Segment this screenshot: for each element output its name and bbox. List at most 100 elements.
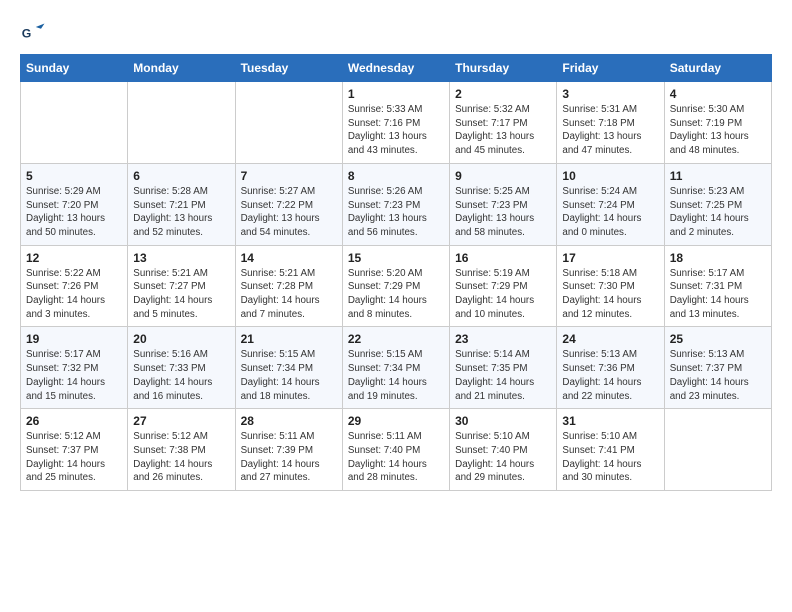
day-number: 11 [670, 169, 766, 183]
day-number: 1 [348, 87, 444, 101]
day-number: 14 [241, 251, 337, 265]
day-of-week-header: Friday [557, 55, 664, 82]
day-info: Sunrise: 5:12 AMSunset: 7:37 PMDaylight:… [26, 430, 122, 485]
day-number: 21 [241, 332, 337, 346]
day-info: Sunrise: 5:25 AMSunset: 7:23 PMDaylight:… [455, 185, 551, 240]
calendar-body: 1 Sunrise: 5:33 AMSunset: 7:16 PMDaylight… [21, 82, 772, 491]
calendar-cell: 31 Sunrise: 5:10 AMSunset: 7:41 PMDayligh… [557, 409, 664, 491]
day-number: 5 [26, 169, 122, 183]
calendar-cell: 6 Sunrise: 5:28 AMSunset: 7:21 PMDaylight… [128, 163, 235, 245]
day-number: 8 [348, 169, 444, 183]
calendar-cell: 12Sunrise: 5:22 AMSunset: 7:26 PMDayligh… [21, 245, 128, 327]
calendar-header-row: SundayMondayTuesdayWednesdayThursdayFrid… [21, 55, 772, 82]
day-info: Sunrise: 5:15 AMSunset: 7:34 PMDaylight:… [241, 348, 337, 403]
day-info: Sunrise: 5:26 AMSunset: 7:23 PMDaylight:… [348, 185, 444, 240]
calendar-cell: 13 Sunrise: 5:21 AMSunset: 7:27 PMDayligh… [128, 245, 235, 327]
day-of-week-header: Saturday [664, 55, 771, 82]
day-number: 27 [133, 414, 229, 428]
day-number: 3 [562, 87, 658, 101]
calendar-cell: 22 Sunrise: 5:15 AMSunset: 7:34 PMDayligh… [342, 327, 449, 409]
header: G [20, 20, 772, 48]
calendar-cell: 21 Sunrise: 5:15 AMSunset: 7:34 PMDayligh… [235, 327, 342, 409]
day-info: Sunrise: 5:17 AMSunset: 7:31 PMDaylight:… [670, 267, 766, 322]
day-info: Sunrise: 5:13 AMSunset: 7:37 PMDaylight:… [670, 348, 766, 403]
day-info: Sunrise: 5:21 AMSunset: 7:28 PMDaylight:… [241, 267, 337, 322]
day-of-week-header: Monday [128, 55, 235, 82]
calendar-cell [235, 82, 342, 164]
calendar-week-row: 26 Sunrise: 5:12 AMSunset: 7:37 PMDayligh… [21, 409, 772, 491]
day-info: Sunrise: 5:17 AMSunset: 7:32 PMDaylight:… [26, 348, 122, 403]
calendar-cell: 25Sunrise: 5:13 AMSunset: 7:37 PMDayligh… [664, 327, 771, 409]
day-info: Sunrise: 5:28 AMSunset: 7:21 PMDaylight:… [133, 185, 229, 240]
day-number: 29 [348, 414, 444, 428]
day-number: 22 [348, 332, 444, 346]
day-info: Sunrise: 5:10 AMSunset: 7:41 PMDaylight:… [562, 430, 658, 485]
calendar-cell: 8 Sunrise: 5:26 AMSunset: 7:23 PMDaylight… [342, 163, 449, 245]
calendar-cell: 5 Sunrise: 5:29 AMSunset: 7:20 PMDaylight… [21, 163, 128, 245]
day-info: Sunrise: 5:19 AMSunset: 7:29 PMDaylight:… [455, 267, 551, 322]
calendar-cell: 24Sunrise: 5:13 AMSunset: 7:36 PMDayligh… [557, 327, 664, 409]
day-info: Sunrise: 5:14 AMSunset: 7:35 PMDaylight:… [455, 348, 551, 403]
day-info: Sunrise: 5:24 AMSunset: 7:24 PMDaylight:… [562, 185, 658, 240]
day-number: 24 [562, 332, 658, 346]
day-number: 16 [455, 251, 551, 265]
day-info: Sunrise: 5:30 AMSunset: 7:19 PMDaylight:… [670, 103, 766, 158]
calendar-cell: 16 Sunrise: 5:19 AMSunset: 7:29 PMDayligh… [450, 245, 557, 327]
calendar-cell: 2 Sunrise: 5:32 AMSunset: 7:17 PMDaylight… [450, 82, 557, 164]
calendar-week-row: 1 Sunrise: 5:33 AMSunset: 7:16 PMDaylight… [21, 82, 772, 164]
day-number: 26 [26, 414, 122, 428]
calendar-cell: 28Sunrise: 5:11 AMSunset: 7:39 PMDayligh… [235, 409, 342, 491]
day-info: Sunrise: 5:32 AMSunset: 7:17 PMDaylight:… [455, 103, 551, 158]
calendar-cell: 7 Sunrise: 5:27 AMSunset: 7:22 PMDaylight… [235, 163, 342, 245]
calendar-week-row: 5 Sunrise: 5:29 AMSunset: 7:20 PMDaylight… [21, 163, 772, 245]
day-info: Sunrise: 5:31 AMSunset: 7:18 PMDaylight:… [562, 103, 658, 158]
calendar-cell: 27Sunrise: 5:12 AMSunset: 7:38 PMDayligh… [128, 409, 235, 491]
day-number: 7 [241, 169, 337, 183]
day-info: Sunrise: 5:18 AMSunset: 7:30 PMDaylight:… [562, 267, 658, 322]
calendar-table: SundayMondayTuesdayWednesdayThursdayFrid… [20, 54, 772, 491]
day-info: Sunrise: 5:27 AMSunset: 7:22 PMDaylight:… [241, 185, 337, 240]
logo: G [20, 20, 52, 48]
calendar-cell [21, 82, 128, 164]
day-info: Sunrise: 5:33 AMSunset: 7:16 PMDaylight:… [348, 103, 444, 158]
day-info: Sunrise: 5:11 AMSunset: 7:39 PMDaylight:… [241, 430, 337, 485]
calendar-cell: 18 Sunrise: 5:17 AMSunset: 7:31 PMDayligh… [664, 245, 771, 327]
day-number: 10 [562, 169, 658, 183]
day-info: Sunrise: 5:16 AMSunset: 7:33 PMDaylight:… [133, 348, 229, 403]
day-of-week-header: Wednesday [342, 55, 449, 82]
calendar-cell: 17 Sunrise: 5:18 AMSunset: 7:30 PMDayligh… [557, 245, 664, 327]
day-number: 2 [455, 87, 551, 101]
day-number: 30 [455, 414, 551, 428]
day-number: 23 [455, 332, 551, 346]
day-number: 31 [562, 414, 658, 428]
day-info: Sunrise: 5:15 AMSunset: 7:34 PMDaylight:… [348, 348, 444, 403]
day-number: 18 [670, 251, 766, 265]
calendar-cell: 4 Sunrise: 5:30 AMSunset: 7:19 PMDaylight… [664, 82, 771, 164]
day-info: Sunrise: 5:20 AMSunset: 7:29 PMDaylight:… [348, 267, 444, 322]
calendar-cell: 26 Sunrise: 5:12 AMSunset: 7:37 PMDayligh… [21, 409, 128, 491]
day-info: Sunrise: 5:29 AMSunset: 7:20 PMDaylight:… [26, 185, 122, 240]
calendar-cell: 11Sunrise: 5:23 AMSunset: 7:25 PMDayligh… [664, 163, 771, 245]
day-number: 15 [348, 251, 444, 265]
day-number: 19 [26, 332, 122, 346]
day-number: 4 [670, 87, 766, 101]
day-of-week-header: Thursday [450, 55, 557, 82]
day-of-week-header: Tuesday [235, 55, 342, 82]
logo-icon: G [20, 20, 48, 48]
calendar-week-row: 19 Sunrise: 5:17 AMSunset: 7:32 PMDayligh… [21, 327, 772, 409]
day-of-week-header: Sunday [21, 55, 128, 82]
calendar-cell: 14 Sunrise: 5:21 AMSunset: 7:28 PMDayligh… [235, 245, 342, 327]
day-number: 12 [26, 251, 122, 265]
calendar-cell [128, 82, 235, 164]
calendar-cell: 1 Sunrise: 5:33 AMSunset: 7:16 PMDaylight… [342, 82, 449, 164]
day-number: 17 [562, 251, 658, 265]
calendar-cell: 23 Sunrise: 5:14 AMSunset: 7:35 PMDayligh… [450, 327, 557, 409]
day-info: Sunrise: 5:21 AMSunset: 7:27 PMDaylight:… [133, 267, 229, 322]
calendar-cell: 30Sunrise: 5:10 AMSunset: 7:40 PMDayligh… [450, 409, 557, 491]
calendar-cell: 15 Sunrise: 5:20 AMSunset: 7:29 PMDayligh… [342, 245, 449, 327]
calendar-week-row: 12Sunrise: 5:22 AMSunset: 7:26 PMDayligh… [21, 245, 772, 327]
day-number: 6 [133, 169, 229, 183]
svg-text:G: G [22, 27, 32, 41]
calendar-cell: 3 Sunrise: 5:31 AMSunset: 7:18 PMDaylight… [557, 82, 664, 164]
day-number: 13 [133, 251, 229, 265]
